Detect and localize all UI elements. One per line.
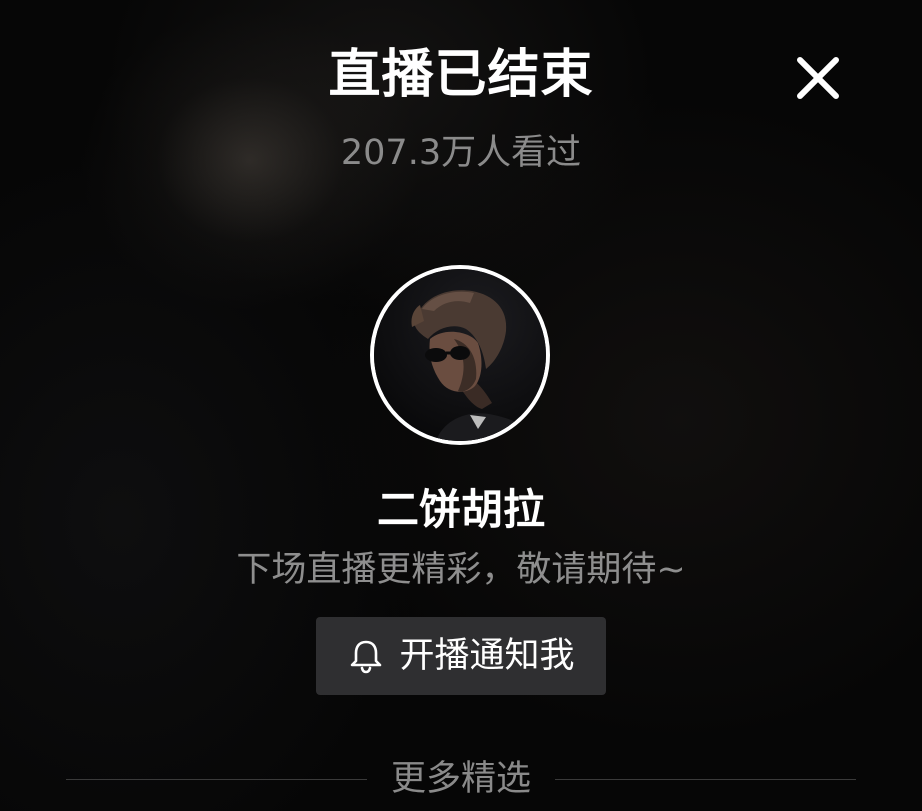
notify-me-label: 开播通知我 [399,636,575,676]
divider-right [555,778,857,780]
page-title: 直播已结束 [328,45,594,105]
more-section-header: 更多精选 [66,752,857,806]
close-button[interactable] [792,52,844,104]
stream-message: 下场直播更精彩，敬请期待~ [236,550,686,590]
divider-left [66,778,367,780]
streamer-name: 二饼胡拉 [376,485,545,534]
avatar-portrait [374,269,546,441]
close-icon [797,57,839,99]
bell-icon [351,640,382,674]
avatar[interactable] [370,265,550,445]
notify-me-button[interactable]: 开播通知我 [316,617,606,695]
more-selections-label[interactable]: 更多精选 [367,755,555,803]
viewer-count: 207.3万人看过 [340,133,582,173]
